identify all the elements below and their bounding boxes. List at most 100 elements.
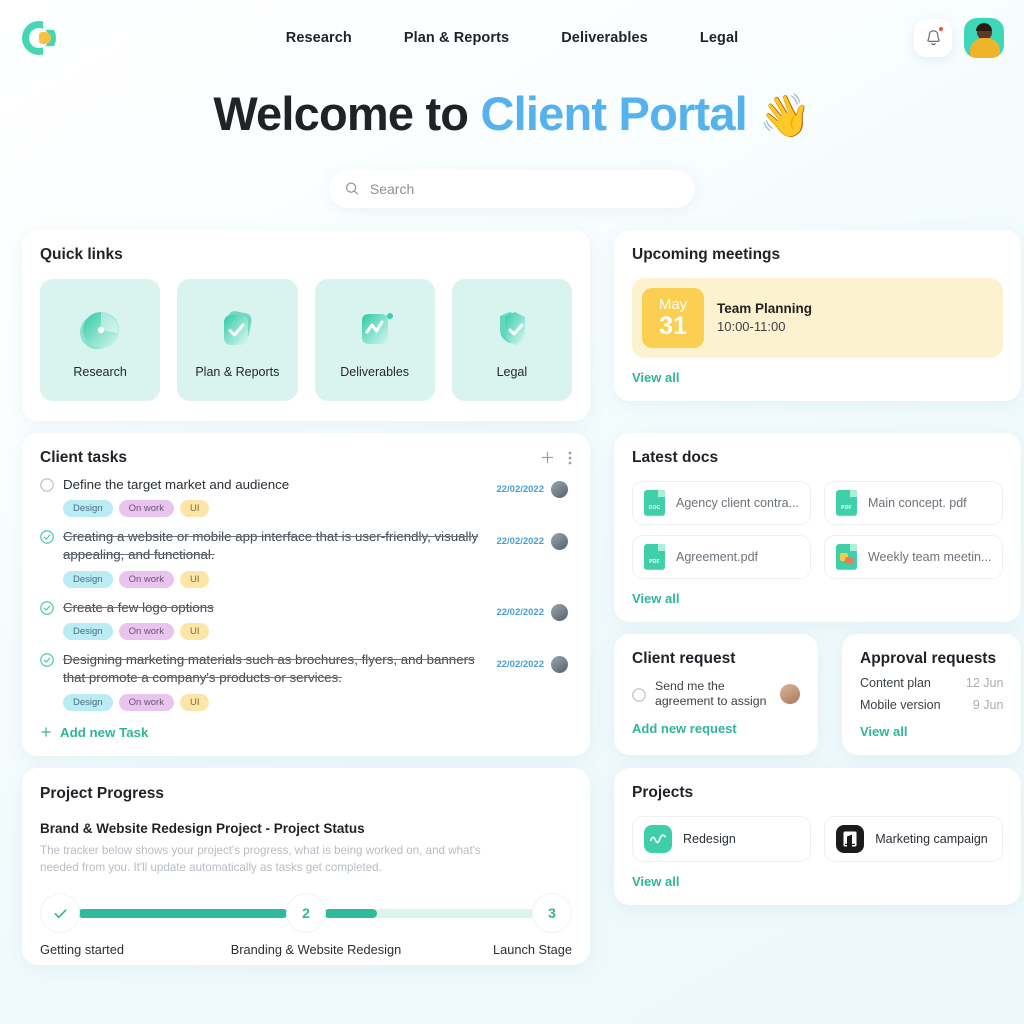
doc-file-type: PDF bbox=[649, 558, 660, 565]
meeting-name: Team Planning bbox=[717, 301, 813, 317]
list-item[interactable]: PDF Agreement.pdf bbox=[632, 534, 811, 579]
task-content: Creating a website or mobile app interfa… bbox=[63, 528, 568, 588]
table-row[interactable]: Define the target market and audience De… bbox=[36, 467, 572, 520]
progress-segment-1 bbox=[78, 908, 288, 918]
checkbox-checked-icon[interactable] bbox=[40, 653, 54, 668]
quick-link-legal[interactable]: Legal bbox=[451, 278, 572, 401]
meeting-details: Team Planning 10:00-11:00 bbox=[717, 301, 812, 334]
quick-link-label: Plan & Reports bbox=[195, 364, 280, 379]
client-tasks-actions bbox=[540, 450, 572, 466]
page-title-accent: Client Portal bbox=[480, 87, 748, 140]
add-task-button[interactable] bbox=[540, 450, 555, 465]
progress-segment-2-fill bbox=[324, 908, 377, 918]
approval-requests-card: Approval requests Content plan 12 Jun Mo… bbox=[842, 633, 1022, 755]
progress-segment-2 bbox=[324, 908, 534, 918]
search-input[interactable] bbox=[369, 180, 679, 197]
notification-badge-dot bbox=[939, 27, 943, 31]
progress-step-3-marker: 3 bbox=[548, 905, 556, 922]
tasks-more-menu-button[interactable] bbox=[568, 450, 572, 466]
checkbox-checked-icon[interactable] bbox=[40, 530, 54, 545]
upcoming-meetings-card: Upcoming meetings May 31 Team Planning 1… bbox=[614, 229, 1022, 401]
client-tasks-card: Client tasks Define the target market an… bbox=[22, 432, 590, 756]
list-item[interactable]: PDF Main concept. pdf bbox=[823, 480, 1004, 525]
status-badge: On work bbox=[118, 570, 174, 588]
list-item[interactable]: Marketing campaign bbox=[824, 815, 1004, 862]
pdf-file-icon: PDF bbox=[644, 543, 665, 570]
list-item[interactable]: DOC Agency client contra... bbox=[632, 480, 811, 525]
docs-view-all-link[interactable]: View all bbox=[632, 591, 679, 606]
meeting-month: May bbox=[658, 296, 688, 314]
pdf-file-icon: PDF bbox=[835, 489, 857, 516]
quick-link-deliverables[interactable]: Deliverables bbox=[314, 278, 435, 401]
docs-grid: DOC Agency client contra... PDF Main con… bbox=[632, 480, 1004, 579]
progress-segment-1-fill bbox=[78, 908, 288, 918]
approval-date: 12 Jun bbox=[965, 675, 1004, 690]
header-actions bbox=[914, 18, 1004, 58]
projects-card: Projects Redesign Marketing campaign Vie… bbox=[614, 767, 1022, 905]
client-tasks-header: Client tasks bbox=[36, 449, 572, 467]
quick-link-plan-reports[interactable]: Plan & Reports bbox=[177, 278, 298, 401]
meetings-view-all-link[interactable]: View all bbox=[632, 370, 679, 385]
status-badge: Design bbox=[63, 623, 113, 641]
slides-file-icon bbox=[835, 543, 857, 570]
client-request-card: Client request Send me the agreement to … bbox=[614, 633, 818, 755]
project-name: Marketing campaign bbox=[875, 831, 988, 846]
doc-name: Weekly team meetin... bbox=[867, 549, 992, 564]
projects-title: Projects bbox=[632, 783, 694, 801]
page-title: Welcome to Client Portal 👋 bbox=[0, 88, 1024, 140]
client-request-item[interactable]: Send me the agreement to assign bbox=[632, 679, 800, 710]
task-content: Create a few logo options Design On work… bbox=[63, 599, 568, 641]
quick-links-row: Research Plan & Reports Deliverables Leg… bbox=[40, 278, 572, 401]
status-badge: UI bbox=[179, 500, 210, 518]
meeting-day: 31 bbox=[659, 312, 687, 341]
approvals-view-all-link[interactable]: View all bbox=[860, 724, 907, 739]
list-item[interactable]: Weekly team meetin... bbox=[823, 534, 1004, 579]
quick-link-label: Legal bbox=[496, 364, 528, 379]
nav-item-plan-reports[interactable]: Plan & Reports bbox=[404, 30, 509, 46]
quick-link-research[interactable]: Research bbox=[40, 278, 161, 401]
progress-bar-row: 2 3 bbox=[40, 893, 572, 934]
task-tags: Design On work UI bbox=[63, 623, 480, 641]
checkbox-checked-icon[interactable] bbox=[40, 600, 54, 615]
status-badge: Design bbox=[63, 693, 113, 711]
plus-icon bbox=[541, 451, 554, 464]
avatar-hair bbox=[976, 23, 992, 31]
checkbox-unchecked-icon[interactable] bbox=[632, 688, 646, 702]
add-new-task-button[interactable]: Add new Task bbox=[36, 713, 572, 740]
progress-step-1[interactable] bbox=[40, 893, 80, 934]
task-date: 22/02/2022 bbox=[496, 483, 544, 495]
task-tags: Design On work UI bbox=[63, 500, 480, 518]
list-item[interactable]: Redesign bbox=[632, 815, 812, 862]
add-new-request-link[interactable]: Add new request bbox=[632, 721, 737, 736]
search-bar[interactable] bbox=[329, 169, 695, 208]
list-item[interactable]: Content plan 12 Jun bbox=[860, 676, 1003, 690]
avatar[interactable] bbox=[964, 18, 1004, 58]
add-new-task-label: Add new Task bbox=[60, 724, 149, 740]
list-item[interactable]: Mobile version 9 Jun bbox=[860, 698, 1003, 712]
notifications-button[interactable] bbox=[914, 19, 952, 57]
nav-item-legal[interactable]: Legal bbox=[700, 30, 738, 46]
task-meta: 22/02/2022 bbox=[496, 480, 568, 498]
project-name: Redesign bbox=[683, 831, 736, 846]
check-icon bbox=[54, 909, 66, 918]
meeting-item[interactable]: May 31 Team Planning 10:00-11:00 bbox=[632, 277, 1004, 358]
nav-item-research[interactable]: Research bbox=[286, 30, 352, 46]
task-assignee-avatar bbox=[551, 480, 568, 498]
task-date: 22/02/2022 bbox=[496, 536, 544, 548]
projects-view-all-link[interactable]: View all bbox=[632, 874, 679, 889]
table-row[interactable]: Creating a website or mobile app interfa… bbox=[36, 519, 572, 589]
client-request-title: Client request bbox=[632, 649, 736, 667]
table-row[interactable]: Designing marketing materials such as br… bbox=[36, 642, 572, 712]
app-header: Research Plan & Reports Deliverables Leg… bbox=[0, 0, 1024, 76]
progress-step-2[interactable]: 2 bbox=[286, 893, 326, 934]
main-nav: Research Plan & Reports Deliverables Leg… bbox=[0, 30, 1024, 46]
checkbox-unchecked-icon[interactable] bbox=[40, 477, 54, 492]
table-row[interactable]: Create a few logo options Design On work… bbox=[36, 590, 572, 643]
status-badge: UI bbox=[179, 693, 210, 711]
bell-icon bbox=[926, 30, 940, 46]
client-portal-logo[interactable] bbox=[22, 21, 56, 55]
doc-name: Main concept. pdf bbox=[867, 495, 967, 510]
nav-item-deliverables[interactable]: Deliverables bbox=[561, 30, 648, 46]
trend-chart-icon bbox=[346, 301, 404, 359]
progress-step-3[interactable]: 3 bbox=[532, 893, 572, 934]
